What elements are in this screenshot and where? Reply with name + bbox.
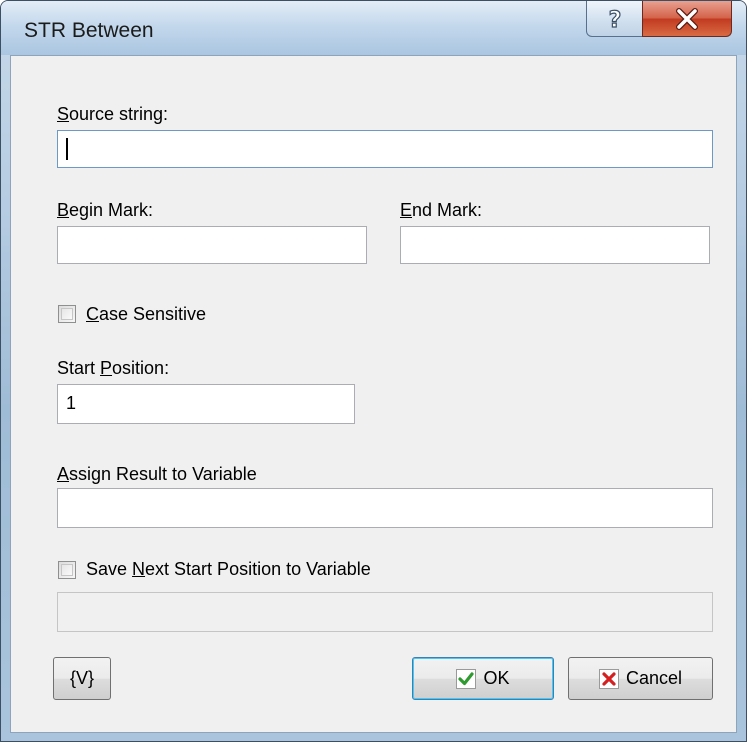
save-next-start-checkbox[interactable] <box>58 561 76 579</box>
x-mark-icon <box>598 668 619 689</box>
question-mark-icon: ? <box>608 7 622 31</box>
dialog-window: STR Between ? Source string: Begin Mark:… <box>0 0 747 742</box>
text-caret <box>66 138 68 160</box>
save-next-start-label[interactable]: Save Next Start Position to Variable <box>86 559 371 580</box>
variables-button-label: {V} <box>69 668 95 688</box>
start-position-label: Start Position: <box>57 358 170 378</box>
help-button[interactable]: ? <box>586 1 643 37</box>
svg-text:?: ? <box>608 8 621 31</box>
begin-mark-input[interactable] <box>57 226 367 264</box>
dialog-client-area: Source string: Begin Mark: End Mark: Cas… <box>10 55 737 733</box>
assign-result-input[interactable] <box>57 488 713 528</box>
window-title: STR Between <box>24 19 154 42</box>
case-sensitive-checkbox[interactable] <box>58 305 76 323</box>
source-string-input[interactable] <box>57 130 713 168</box>
cancel-button-label: Cancel <box>625 668 683 688</box>
ok-button-label: OK <box>483 668 510 688</box>
end-mark-input[interactable] <box>400 226 710 264</box>
assign-result-label: Assign Result to Variable <box>57 464 257 484</box>
close-button[interactable] <box>642 1 732 37</box>
source-string-label: Source string: <box>57 104 169 124</box>
checkmark-icon <box>456 668 477 689</box>
cancel-button[interactable]: Cancel <box>568 657 713 700</box>
ok-button[interactable]: OK <box>412 657 554 700</box>
variables-button[interactable]: {V} <box>53 657 111 700</box>
close-icon <box>676 7 698 30</box>
begin-mark-label: Begin Mark: <box>57 200 154 220</box>
end-mark-label: End Mark: <box>400 200 483 220</box>
case-sensitive-label[interactable]: Case Sensitive <box>86 304 206 325</box>
save-next-start-input <box>57 592 713 632</box>
start-position-input[interactable]: 1 <box>57 384 355 424</box>
title-bar[interactable]: STR Between ? <box>1 1 746 55</box>
